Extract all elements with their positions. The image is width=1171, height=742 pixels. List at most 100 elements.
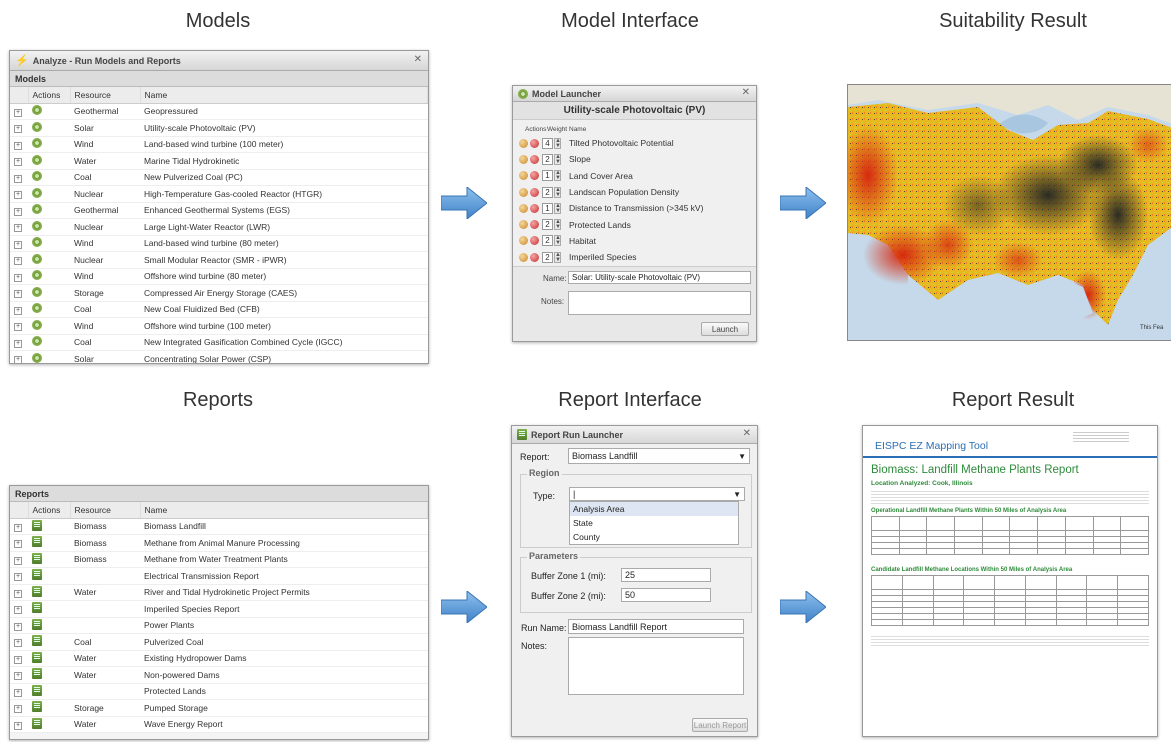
- expand-icon[interactable]: +: [14, 257, 22, 266]
- table-row[interactable]: + Wind Offshore wind turbine (80 meter): [10, 268, 428, 285]
- col-name[interactable]: Name: [140, 87, 428, 104]
- expand-icon[interactable]: +: [14, 273, 22, 282]
- close-icon[interactable]: ✕: [742, 87, 750, 98]
- expand-icon[interactable]: +: [14, 672, 22, 681]
- table-row[interactable]: + Geothermal Geopressured: [10, 103, 428, 120]
- edit-icon[interactable]: [519, 252, 528, 262]
- expand-icon[interactable]: +: [14, 639, 22, 648]
- report-icon[interactable]: [32, 668, 42, 680]
- weight-field[interactable]: 2: [542, 251, 553, 263]
- table-row[interactable]: + Water Existing Hydropower Dams: [10, 650, 428, 667]
- expand-icon[interactable]: +: [14, 191, 22, 200]
- table-row[interactable]: + Solar Utility-scale Photovoltaic (PV): [10, 119, 428, 137]
- expand-icon[interactable]: +: [14, 573, 22, 582]
- weight-field[interactable]: 4: [542, 137, 553, 149]
- edit-icon[interactable]: [519, 220, 528, 230]
- remove-icon[interactable]: [530, 203, 539, 213]
- table-row[interactable]: + Biomass Methane from Water Treatment Pla…: [10, 551, 428, 568]
- gear-icon[interactable]: [32, 105, 42, 116]
- gear-icon[interactable]: [32, 303, 42, 314]
- edit-icon[interactable]: [519, 187, 528, 197]
- run-name-field[interactable]: Biomass Landfill Report: [568, 619, 744, 634]
- expand-icon[interactable]: +: [14, 158, 22, 167]
- name-field[interactable]: Solar: Utility-scale Photovoltaic (PV): [568, 271, 751, 284]
- expand-icon[interactable]: +: [14, 356, 22, 363]
- gear-icon[interactable]: [32, 237, 42, 248]
- remove-icon[interactable]: [530, 236, 539, 246]
- edit-icon[interactable]: [519, 236, 528, 246]
- table-row[interactable]: + Water Non-powered Dams: [10, 666, 428, 684]
- gear-icon[interactable]: [32, 121, 42, 132]
- weight-stepper[interactable]: ▲ ▼: [554, 186, 561, 198]
- report-icon[interactable]: [32, 552, 42, 564]
- report-icon[interactable]: [32, 536, 42, 548]
- table-row[interactable]: + Biomass Methane from Animal Manure Proce…: [10, 534, 428, 552]
- buffer2-field[interactable]: 50: [621, 588, 711, 602]
- expand-icon[interactable]: +: [14, 125, 22, 134]
- report-icon[interactable]: [32, 618, 42, 630]
- report-select[interactable]: Biomass Landfill ▼: [568, 448, 750, 464]
- close-icon[interactable]: ✕: [743, 428, 751, 439]
- table-row[interactable]: + Water River and Tidal Hydrokinetic Proje…: [10, 584, 428, 601]
- report-icon[interactable]: [32, 585, 42, 597]
- edit-icon[interactable]: [519, 154, 528, 164]
- remove-icon[interactable]: [530, 138, 539, 148]
- table-row[interactable]: + Geothermal Enhanced Geothermal Systems (…: [10, 202, 428, 219]
- table-row[interactable]: + Coal New Pulverized Coal (PC): [10, 169, 428, 186]
- table-row[interactable]: + Electrical Transmission Report: [10, 567, 428, 585]
- type-option[interactable]: County: [570, 530, 738, 544]
- gear-icon[interactable]: [32, 352, 42, 363]
- gear-icon[interactable]: [32, 286, 42, 297]
- expand-icon[interactable]: +: [14, 323, 22, 332]
- table-row[interactable]: + Coal New Coal Fluidized Bed (CFB): [10, 301, 428, 318]
- table-row[interactable]: + Coal New Integrated Gasification Combine…: [10, 334, 428, 351]
- report-icon[interactable]: [32, 635, 42, 647]
- weight-stepper[interactable]: ▲ ▼: [554, 202, 561, 214]
- weight-stepper[interactable]: ▲ ▼: [554, 235, 561, 247]
- expand-icon[interactable]: +: [14, 290, 22, 299]
- table-row[interactable]: + Nuclear High-Temperature Gas-cooled Reac…: [10, 185, 428, 203]
- close-icon[interactable]: ✕: [414, 54, 422, 65]
- table-row[interactable]: + Water Wave Energy Report: [10, 716, 428, 733]
- expand-icon[interactable]: +: [14, 174, 22, 183]
- expand-icon[interactable]: +: [14, 622, 22, 631]
- notes-field[interactable]: [568, 637, 744, 695]
- expand-icon[interactable]: +: [14, 606, 22, 615]
- col-resource[interactable]: Resource: [70, 502, 141, 519]
- expand-icon[interactable]: +: [14, 240, 22, 249]
- edit-icon[interactable]: [519, 171, 528, 181]
- remove-icon[interactable]: [530, 171, 539, 181]
- table-row[interactable]: + Storage Compressed Air Energy Storage (C…: [10, 284, 428, 302]
- expand-icon[interactable]: +: [14, 207, 22, 216]
- expand-icon[interactable]: +: [14, 721, 22, 730]
- col-resource[interactable]: Resource: [70, 87, 141, 104]
- remove-icon[interactable]: [530, 187, 539, 197]
- expand-icon[interactable]: +: [14, 589, 22, 598]
- remove-icon[interactable]: [530, 252, 539, 262]
- type-select[interactable]: | ▼: [569, 487, 745, 501]
- report-icon[interactable]: [32, 602, 42, 614]
- col-name[interactable]: Name: [140, 502, 428, 519]
- expand-icon[interactable]: +: [14, 523, 22, 532]
- expand-icon[interactable]: +: [14, 705, 22, 714]
- report-icon[interactable]: [32, 701, 42, 713]
- table-row[interactable]: + Wind Land-based wind turbine (100 meter): [10, 136, 428, 153]
- gear-icon[interactable]: [32, 220, 42, 231]
- report-icon[interactable]: [32, 717, 42, 729]
- table-row[interactable]: + Nuclear Large Light-Water Reactor (LWR): [10, 218, 428, 236]
- col-actions[interactable]: Actions: [28, 87, 71, 104]
- report-icon[interactable]: [32, 519, 42, 531]
- expand-icon[interactable]: +: [14, 655, 22, 664]
- weight-field[interactable]: 2: [542, 186, 553, 198]
- report-icon[interactable]: [32, 684, 42, 696]
- table-row[interactable]: + Storage Pumped Storage: [10, 699, 428, 717]
- expand-icon[interactable]: +: [14, 688, 22, 697]
- weight-field[interactable]: 2: [542, 219, 553, 231]
- notes-field[interactable]: [568, 291, 751, 315]
- table-row[interactable]: + Solar Concentrating Solar Power (CSP): [10, 350, 428, 363]
- report-icon[interactable]: [32, 569, 42, 581]
- expand-icon[interactable]: +: [14, 540, 22, 549]
- weight-stepper[interactable]: ▲ ▼: [554, 170, 561, 182]
- gear-icon[interactable]: [32, 187, 42, 198]
- launch-button[interactable]: Launch: [701, 322, 749, 336]
